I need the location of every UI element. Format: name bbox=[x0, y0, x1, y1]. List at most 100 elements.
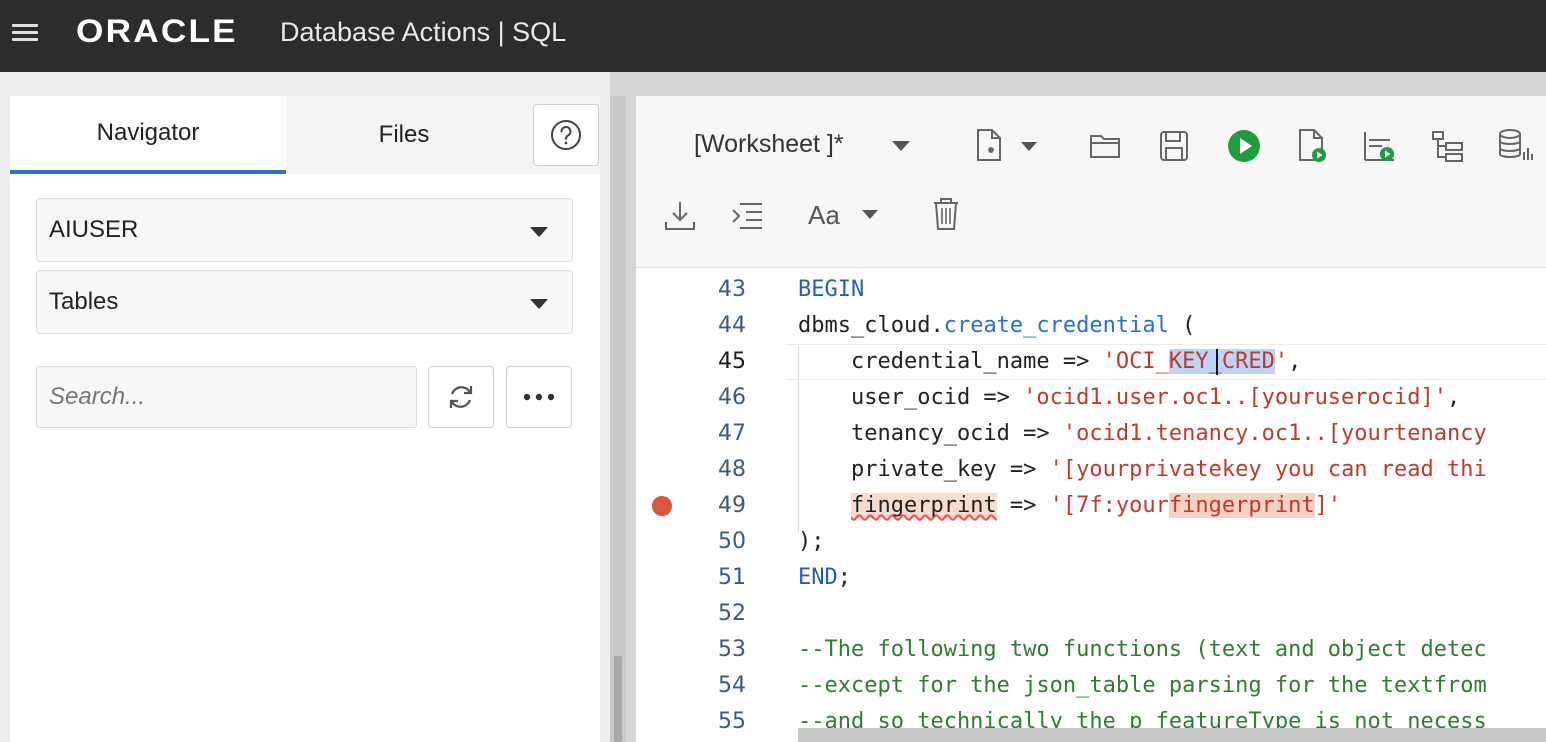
code-line[interactable]: 44 dbms_cloud.create_credential ( bbox=[636, 308, 1546, 344]
more-horizontal-icon bbox=[523, 393, 555, 401]
code-text: BEGIN bbox=[798, 277, 865, 302]
schema-select[interactable]: AIUSER bbox=[36, 198, 573, 262]
code-line[interactable]: 48 private_key => '[yourprivatekey you c… bbox=[636, 452, 1546, 488]
worksheet-toolbar: [Worksheet ]* Aa bbox=[636, 96, 1546, 268]
format-indent-icon[interactable] bbox=[728, 196, 768, 236]
database-stats-icon[interactable] bbox=[1496, 126, 1536, 166]
chevron-down-icon bbox=[530, 299, 548, 309]
code-line[interactable]: 45 credential_name => 'OCI_KEY_CRED', bbox=[636, 344, 1546, 380]
code-token: 'ocid1.user.oc1..[youruserocid]' bbox=[1023, 385, 1448, 410]
code-line[interactable]: 52 bbox=[636, 596, 1546, 632]
code-text: credential_name => 'OCI_KEY_CRED', bbox=[798, 344, 1301, 380]
line-number: 50 bbox=[718, 529, 746, 554]
new-worksheet-icon[interactable] bbox=[970, 126, 1010, 166]
code-token: credential_name => bbox=[798, 349, 1103, 374]
code-token: '[7f:your bbox=[1049, 493, 1169, 518]
line-number: 49 bbox=[718, 493, 746, 518]
code-line[interactable]: 47 tenancy_ocid => 'ocid1.tenancy.oc1..[… bbox=[636, 416, 1546, 452]
font-size-button[interactable]: Aa bbox=[808, 200, 840, 231]
selected-text: KEY_CRED bbox=[1168, 349, 1275, 374]
code-text: user_ocid => 'ocid1.user.oc1..[yourusero… bbox=[798, 380, 1460, 416]
schema-select-value: AIUSER bbox=[49, 216, 139, 243]
navigator-panel: Navigator Files AIUSER Tables bbox=[0, 72, 610, 742]
autotrace-icon[interactable] bbox=[1360, 126, 1400, 166]
code-line[interactable]: 54 --except for the json_table parsing f… bbox=[636, 668, 1546, 704]
code-token: 'OCI_ bbox=[1102, 349, 1169, 374]
line-number: 47 bbox=[718, 421, 746, 446]
object-type-select-value: Tables bbox=[49, 288, 119, 315]
refresh-icon bbox=[449, 386, 473, 408]
chevron-down-icon[interactable] bbox=[892, 141, 910, 151]
trash-icon[interactable] bbox=[926, 194, 966, 234]
code-token: ( bbox=[1168, 313, 1196, 338]
worksheet-select[interactable]: [Worksheet ]* bbox=[694, 130, 844, 159]
error-token: fingerprint bbox=[850, 493, 997, 518]
code-text: dbms_cloud.create_credential ( bbox=[798, 308, 1195, 344]
app-title: Database Actions | SQL bbox=[280, 17, 567, 47]
worksheet-panel: [Worksheet ]* Aa 43 BEGIN 44 dbms_cloud.… bbox=[636, 96, 1546, 742]
horizontal-scrollbar[interactable] bbox=[798, 728, 1546, 742]
folder-open-icon[interactable] bbox=[1086, 126, 1126, 166]
code-token: END bbox=[798, 565, 838, 590]
splitter-grip[interactable] bbox=[614, 656, 622, 742]
code-comment: --except for the json_table parsing for … bbox=[798, 673, 1487, 698]
navigator-container: Navigator Files AIUSER Tables bbox=[10, 96, 600, 742]
tab-files[interactable]: Files bbox=[286, 96, 522, 174]
tab-navigator[interactable]: Navigator bbox=[10, 96, 286, 174]
code-line[interactable]: 50 ); bbox=[636, 524, 1546, 560]
code-line[interactable]: 51 END; bbox=[636, 560, 1546, 596]
code-line[interactable]: 53 --The following two functions (text a… bbox=[636, 632, 1546, 668]
line-number: 48 bbox=[718, 457, 746, 482]
help-circle-icon bbox=[551, 120, 581, 150]
more-button[interactable] bbox=[506, 366, 572, 428]
line-number: 53 bbox=[718, 637, 746, 662]
code-text: fingerprint => '[7f:yourfingerprint]' bbox=[798, 488, 1341, 524]
explain-plan-icon[interactable] bbox=[1428, 126, 1468, 166]
code-token: private_key => bbox=[798, 457, 1050, 482]
line-number: 43 bbox=[718, 277, 746, 302]
highlighted-token: fingerprint bbox=[1168, 493, 1315, 518]
oracle-logo: ORACLE bbox=[76, 13, 238, 49]
save-icon[interactable] bbox=[1154, 126, 1194, 166]
download-icon[interactable] bbox=[660, 196, 700, 236]
code-line[interactable]: 43 BEGIN bbox=[636, 272, 1546, 308]
code-token: , bbox=[1447, 385, 1461, 410]
app-header: ORACLE Database Actions | SQL bbox=[0, 0, 1546, 72]
code-text: private_key => '[yourprivatekey you can … bbox=[798, 452, 1487, 488]
code-token: ]' bbox=[1314, 493, 1342, 518]
run-play-icon[interactable] bbox=[1224, 126, 1264, 166]
breakpoint-icon[interactable] bbox=[652, 496, 672, 516]
code-token: ' bbox=[1274, 349, 1289, 374]
help-button[interactable] bbox=[533, 104, 599, 166]
search-input[interactable] bbox=[36, 366, 417, 428]
code-text: tenancy_ocid => 'ocid1.tenancy.oc1..[you… bbox=[798, 416, 1487, 452]
hamburger-icon[interactable] bbox=[12, 22, 38, 44]
code-comment: --The following two functions (text and … bbox=[798, 637, 1487, 662]
object-type-select[interactable]: Tables bbox=[36, 270, 573, 334]
chevron-down-icon[interactable] bbox=[1021, 142, 1037, 151]
code-token: , bbox=[1288, 349, 1302, 374]
refresh-button[interactable] bbox=[428, 366, 494, 428]
line-number: 52 bbox=[718, 601, 746, 626]
code-token: . bbox=[930, 313, 944, 338]
chevron-down-icon bbox=[530, 227, 548, 237]
sql-editor[interactable]: 43 BEGIN 44 dbms_cloud.create_credential… bbox=[636, 268, 1546, 742]
code-line[interactable]: 49 fingerprint => '[7f:yourfingerprint]' bbox=[636, 488, 1546, 524]
run-script-icon[interactable] bbox=[1292, 126, 1332, 166]
code-token: ; bbox=[837, 565, 851, 590]
code-token: dbms_cloud bbox=[798, 313, 931, 338]
line-number: 54 bbox=[718, 673, 746, 698]
code-text: END; bbox=[798, 560, 851, 596]
chevron-down-icon[interactable] bbox=[862, 210, 878, 219]
code-token: '[yourprivatekey you can read thi bbox=[1049, 457, 1487, 482]
code-token: user_ocid => bbox=[798, 385, 1024, 410]
line-number: 46 bbox=[718, 385, 746, 410]
code-token: tenancy_ocid => bbox=[798, 421, 1063, 446]
line-number: 44 bbox=[718, 313, 746, 338]
code-token: 'ocid1.tenancy.oc1..[yourtenancy bbox=[1062, 421, 1487, 446]
code-token: => bbox=[996, 493, 1050, 518]
code-line[interactable]: 46 user_ocid => 'ocid1.user.oc1..[yourus… bbox=[636, 380, 1546, 416]
panel-splitter[interactable] bbox=[610, 96, 626, 742]
code-token: create_credential bbox=[943, 313, 1169, 338]
